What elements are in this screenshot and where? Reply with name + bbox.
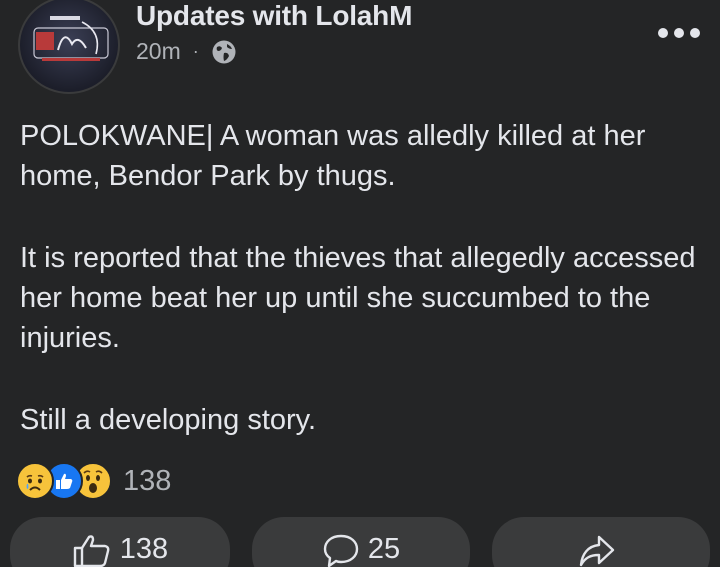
sad-reaction-icon — [16, 462, 54, 500]
avatar-logo-icon — [33, 16, 109, 61]
comment-count: 25 — [367, 533, 401, 565]
comment-icon — [323, 534, 359, 567]
post-paragraph: Still a developing story. — [20, 404, 317, 436]
reactions-summary[interactable]: 138 — [16, 462, 171, 500]
like-count: 138 — [119, 533, 169, 565]
globe-icon[interactable] — [211, 39, 237, 65]
share-icon — [579, 535, 615, 567]
more-options-icon[interactable] — [658, 26, 700, 40]
facebook-post: Updates with LolahM 20m · POLOKWANE| A w… — [0, 0, 720, 567]
share-button[interactable] — [492, 517, 710, 567]
post-meta: 20m · — [136, 38, 237, 65]
meta-separator: · — [192, 41, 199, 61]
like-button[interactable]: 138 — [10, 517, 230, 567]
post-paragraph: POLOKWANE| A woman was alledly killed at… — [20, 120, 646, 192]
action-bar: 138 25 — [0, 517, 720, 567]
reaction-count[interactable]: 138 — [123, 465, 171, 498]
post-body: POLOKWANE| A woman was alledly killed at… — [20, 116, 700, 482]
page-name[interactable]: Updates with LolahM — [136, 0, 412, 32]
post-timestamp[interactable]: 20m — [136, 38, 181, 65]
page-avatar[interactable] — [18, 0, 120, 94]
comment-button[interactable]: 25 — [252, 517, 470, 567]
thumbs-up-icon — [73, 535, 110, 567]
post-paragraph: It is reported that the thieves that all… — [20, 242, 696, 354]
